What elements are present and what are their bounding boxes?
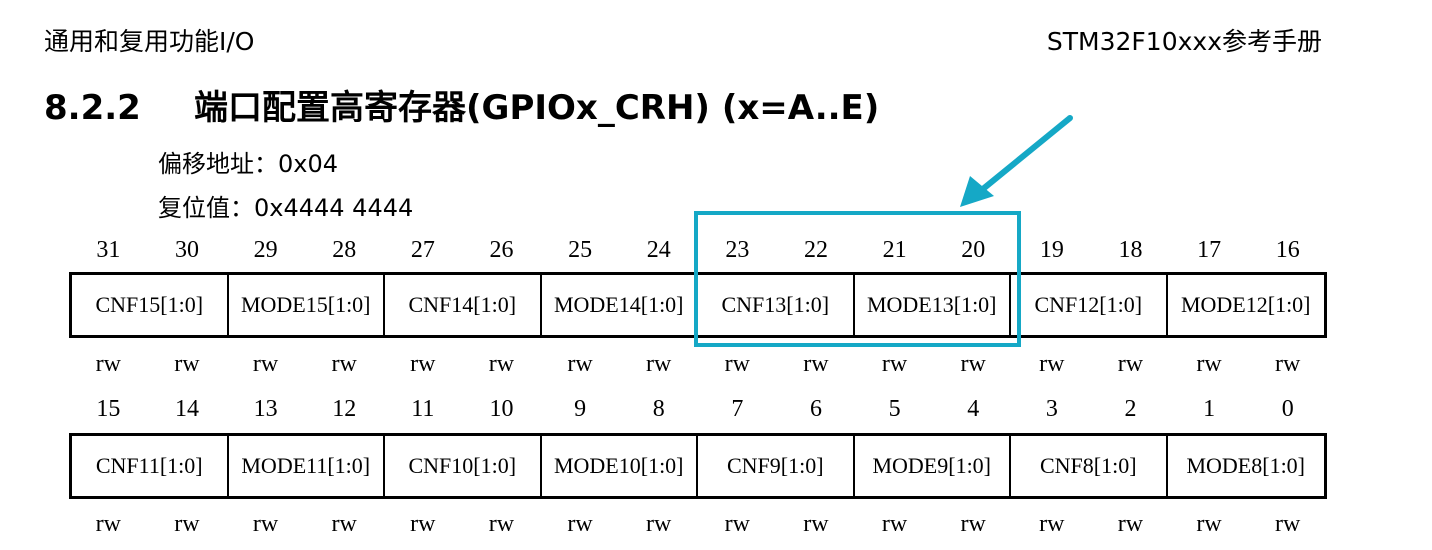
access-type: rw [1039, 511, 1065, 537]
access-type: rw [1117, 511, 1144, 537]
bit-number: 13 [253, 396, 278, 422]
access-type: rw [803, 511, 829, 537]
access-type: rw [1275, 511, 1301, 537]
access-upper: rw rw rw rw rw rw rw rw rw rw rw rw rw r… [69, 351, 1327, 381]
bit-numbers-lower: 15 14 13 12 11 10 9 8 7 6 5 4 3 2 1 0 [69, 396, 1327, 426]
bit-number: 5 [888, 396, 901, 422]
bit-number: 16 [1275, 237, 1300, 263]
bit-number: 31 [96, 237, 121, 263]
reset-value: 复位值：0x4444 4444 [158, 188, 413, 223]
access-type: rw [960, 511, 986, 537]
access-type: rw [488, 511, 515, 537]
bit-number: 0 [1281, 396, 1294, 422]
access-type: rw [646, 351, 672, 377]
register-field: MODE11[1:0] [229, 436, 385, 496]
register-field: CNF8[1:0] [1011, 436, 1168, 496]
register-field: CNF15[1:0] [72, 275, 229, 335]
bit-number: 4 [967, 396, 980, 422]
register-field: CNF11[1:0] [72, 436, 229, 496]
register-fields-lower: CNF11[1:0] MODE11[1:0] CNF10[1:0] MODE10… [69, 433, 1327, 499]
access-type: rw [1196, 511, 1222, 537]
bit-number: 8 [652, 396, 665, 422]
access-type: rw [1196, 351, 1222, 377]
access-type: rw [881, 351, 908, 377]
access-type: rw [724, 511, 750, 537]
register-field: MODE8[1:0] [1186, 453, 1306, 478]
access-type: rw [95, 511, 121, 537]
access-type: rw [803, 351, 829, 377]
section-title-text: 端口配置高寄存器(GPIOx_CRH) (x=A..E) [194, 88, 880, 128]
offset-value: 0x04 [278, 150, 339, 178]
bit-number: 17 [1197, 237, 1222, 263]
access-type: rw [252, 511, 279, 537]
register-field: CNF9[1:0] [698, 436, 855, 496]
access-type: rw [1039, 351, 1065, 377]
section-title: 8.2.2 端口配置高寄存器(GPIOx_CRH) (x=A..E) [44, 80, 879, 129]
access-type: rw [724, 351, 750, 377]
bit-number: 3 [1045, 396, 1058, 422]
register-field: MODE10[1:0] [542, 436, 698, 496]
bit-number: 11 [411, 396, 435, 422]
access-type: rw [1117, 351, 1144, 377]
access-type: rw [174, 351, 200, 377]
register-field: MODE12[1:0] [1180, 292, 1311, 317]
access-type: rw [567, 511, 593, 537]
access-type: rw [252, 351, 279, 377]
bit-number: 26 [489, 237, 514, 263]
header-chapter: 通用和复用功能I/O [44, 27, 255, 56]
bit-number: 12 [332, 396, 357, 422]
bit-number: 27 [410, 237, 435, 263]
register-field: CNF10[1:0] [385, 436, 542, 496]
arrow-icon [960, 115, 1073, 207]
register-field: MODE15[1:0] [229, 275, 385, 335]
bit-number: 6 [809, 396, 822, 422]
register-field: MODE14[1:0] [542, 275, 698, 335]
access-type: rw [567, 351, 593, 377]
bit-number: 24 [646, 237, 671, 263]
bit-number: 7 [731, 396, 744, 422]
access-type: rw [410, 351, 436, 377]
access-type: rw [95, 351, 121, 377]
bit-number: 15 [96, 396, 121, 422]
register-field: CNF14[1:0] [385, 275, 542, 335]
section-number: 8.2.2 [44, 88, 141, 128]
bit-number: 18 [1118, 237, 1143, 263]
register-field: CNF12[1:0] [1011, 275, 1168, 335]
bit-number: 14 [174, 396, 199, 422]
access-type: rw [488, 351, 515, 377]
highlight-box [694, 211, 1021, 347]
access-type: rw [331, 511, 357, 537]
access-type: rw [174, 511, 200, 537]
access-type: rw [646, 511, 672, 537]
access-type: rw [881, 511, 908, 537]
bit-number: 28 [332, 237, 357, 263]
access-lower: rw rw rw rw rw rw rw rw rw rw rw rw rw r… [69, 511, 1327, 541]
bit-number: 10 [489, 396, 514, 422]
reset-value-text: 0x4444 4444 [254, 194, 414, 222]
reset-label: 复位值： [158, 194, 254, 222]
bit-number: 2 [1124, 396, 1137, 422]
bit-number: 1 [1203, 396, 1216, 422]
bit-number: 25 [568, 237, 593, 263]
offset-label: 偏移地址： [158, 150, 278, 178]
register-field: MODE9[1:0] [855, 436, 1011, 496]
bit-number: 29 [253, 237, 278, 263]
access-type: rw [331, 351, 357, 377]
header-manual: STM32F10xxx参考手册 [1046, 27, 1322, 56]
access-type: rw [1275, 351, 1301, 377]
bit-number: 9 [574, 396, 587, 422]
offset-address: 偏移地址：0x04 [158, 144, 338, 179]
access-type: rw [960, 351, 986, 377]
access-type: rw [410, 511, 436, 537]
bit-number: 19 [1039, 237, 1064, 263]
bit-number: 30 [174, 237, 199, 263]
